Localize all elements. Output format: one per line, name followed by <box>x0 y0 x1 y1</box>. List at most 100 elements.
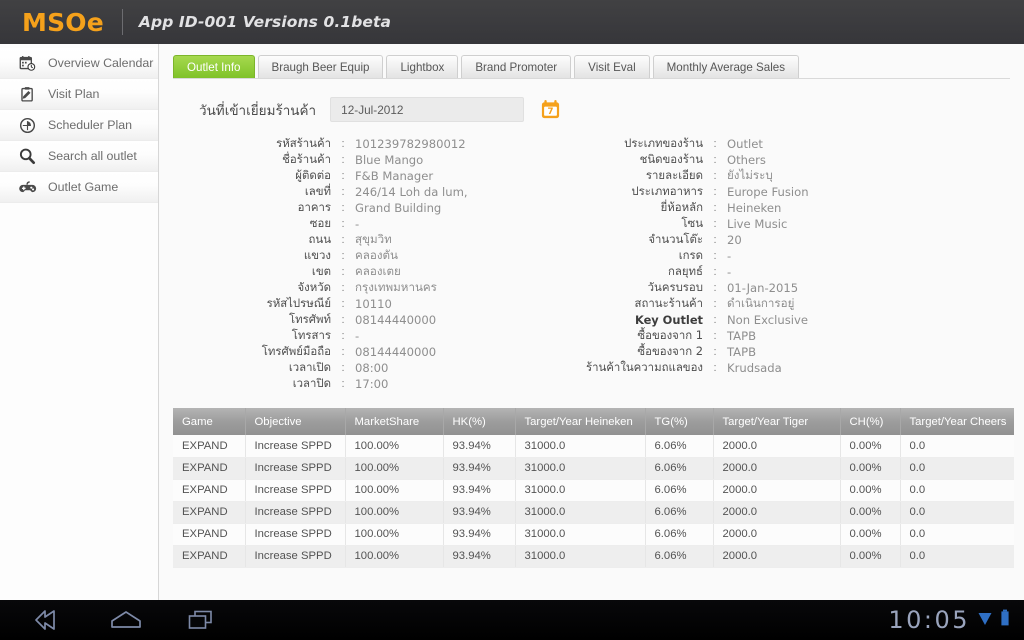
sidebar-item-outlet-game[interactable]: Outlet Game <box>0 172 158 203</box>
info-row: ประเภทอาหาร: Europe Fusion <box>525 184 1010 200</box>
cell-objective: Increase SPPD <box>245 435 346 458</box>
info-colon: : <box>713 218 717 230</box>
info-colon: : <box>341 250 345 262</box>
table-row[interactable]: EXPAND Increase SPPD 100.00% 93.94% 3100… <box>173 545 1014 568</box>
tab-monthly-average-sales[interactable]: Monthly Average Sales <box>652 55 800 78</box>
column-header-hk-percent[interactable]: HK(%) <box>443 408 516 435</box>
column-header-target-year-tiger[interactable]: Target/Year Tiger <box>713 408 841 435</box>
cell-marketshare: 100.00% <box>345 457 444 480</box>
back-arrow-icon[interactable] <box>32 609 66 631</box>
info-label: ร้านค้าในความถแลของ <box>586 360 703 374</box>
info-colon: : <box>341 378 345 390</box>
cell-game: EXPAND <box>173 479 246 502</box>
sidebar-item-scheduler-plan[interactable]: Scheduler Plan <box>0 110 158 141</box>
column-header-target-year-heineken[interactable]: Target/Year Heineken <box>515 408 646 435</box>
tab-braugh-beer-equip[interactable]: Braugh Beer Equip <box>257 55 384 78</box>
info-row: Key Outlet: Non Exclusive <box>525 312 1010 328</box>
nav-button-group <box>18 609 218 631</box>
info-row: โทรศัพย์มือถือ:08144440000 <box>173 344 525 360</box>
cell-ch: 0.00% <box>840 501 901 524</box>
info-row: ซื้อของจาก 1: TAPB <box>525 328 1010 344</box>
table-row[interactable]: EXPAND Increase SPPD 100.00% 93.94% 3100… <box>173 435 1014 458</box>
cell-ch: 0.00% <box>840 523 901 546</box>
cell-tg: 6.06% <box>645 501 714 524</box>
info-value: Blue Mango <box>355 153 424 167</box>
table-row[interactable]: EXPAND Increase SPPD 100.00% 93.94% 3100… <box>173 479 1014 502</box>
calendar-icon[interactable]: 7 <box>540 99 561 120</box>
info-value: 10110 <box>355 297 392 311</box>
info-row: จำนวนโต๊ะ:20 <box>525 232 1010 248</box>
info-row: ชนิดของร้าน: Others <box>525 152 1010 168</box>
cell-target-tiger: 2000.0 <box>713 523 841 546</box>
info-value: ดำเนินการอยู่ <box>727 296 795 310</box>
info-value: 17:00 <box>355 377 389 391</box>
cell-hk: 93.94% <box>443 479 516 502</box>
tab-outlet-info[interactable]: Outlet Info <box>173 55 255 78</box>
info-row: ซื้อของจาก 2: TAPB <box>525 344 1010 360</box>
info-row: ร้านค้าในความถแลของ: Krudsada <box>525 360 1010 376</box>
cell-objective: Increase SPPD <box>245 501 346 524</box>
info-row: จังหวัด: กรุงเทพมหานคร <box>173 280 525 296</box>
cell-tg: 6.06% <box>645 435 714 458</box>
outlet-info-left-column: รหัสร้านค้า:101239782980012 ชื่อร้านค้า:… <box>173 136 525 392</box>
tab-lightbox[interactable]: Lightbox <box>386 55 459 78</box>
column-header-tg-percent[interactable]: TG(%) <box>645 408 714 435</box>
info-label-key-outlet: Key Outlet <box>634 313 703 327</box>
cell-target-tiger: 2000.0 <box>713 479 841 502</box>
info-value: Outlet <box>727 137 763 151</box>
cell-target-tiger: 2000.0 <box>713 457 841 480</box>
info-colon: : <box>713 346 717 358</box>
info-row: โทรสาร: - <box>173 328 525 344</box>
table-row[interactable]: EXPAND Increase SPPD 100.00% 93.94% 3100… <box>173 457 1014 480</box>
table-row[interactable]: EXPAND Increase SPPD 100.00% 93.94% 3100… <box>173 523 1014 546</box>
sidebar-item-overview-calendar[interactable]: Overview Calendar <box>0 48 158 79</box>
cell-ch: 0.00% <box>840 457 901 480</box>
info-value: 101239782980012 <box>355 137 466 151</box>
outlet-info-area: รหัสร้านค้า:101239782980012 ชื่อร้านค้า:… <box>173 136 1010 392</box>
cell-target-tiger: 2000.0 <box>713 435 841 458</box>
info-row: เกรด: - <box>525 248 1010 264</box>
table-row[interactable]: EXPAND Increase SPPD 100.00% 93.94% 3100… <box>173 501 1014 524</box>
cell-tg: 6.06% <box>645 545 714 568</box>
info-value: Europe Fusion <box>727 185 809 199</box>
info-colon: : <box>713 170 717 182</box>
body-wrapper: Overview Calendar Visit Plan Scheduler P… <box>0 44 1024 600</box>
cell-marketshare: 100.00% <box>345 523 444 546</box>
info-colon: : <box>713 186 717 198</box>
tab-brand-promoter[interactable]: Brand Promoter <box>461 55 572 78</box>
sidebar-item-search-all-outlet[interactable]: Search all outlet <box>0 141 158 172</box>
column-header-marketshare[interactable]: MarketShare <box>345 408 444 435</box>
home-icon[interactable] <box>108 609 144 631</box>
column-header-game[interactable]: Game <box>173 408 246 435</box>
cell-target-heineken: 31000.0 <box>515 501 646 524</box>
visit-date-input[interactable]: 12-Jul-2012 <box>330 97 525 122</box>
info-colon: : <box>341 218 345 230</box>
info-value: Live Music <box>727 217 788 231</box>
cell-target-heineken: 31000.0 <box>515 457 646 480</box>
status-clock: 10:05 <box>888 606 970 634</box>
column-header-ch-percent[interactable]: CH(%) <box>840 408 901 435</box>
visit-date-row: วันที่เข้าเยี่ยมร้านค้า 12-Jul-2012 7 <box>173 97 1010 122</box>
column-header-objective[interactable]: Objective <box>245 408 346 435</box>
info-value: Others <box>727 153 766 167</box>
info-colon: : <box>341 138 345 150</box>
cell-hk: 93.94% <box>443 545 516 568</box>
cell-game: EXPAND <box>173 545 246 568</box>
top-bar: MSOe App ID-001 Versions 0.1beta <box>0 0 1024 44</box>
cell-target-cheers: 0.0 <box>900 501 1014 524</box>
column-header-target-year-cheers[interactable]: Target/Year Cheers <box>900 408 1014 435</box>
cell-objective: Increase SPPD <box>245 545 346 568</box>
recent-apps-icon[interactable] <box>186 609 218 631</box>
info-value: ยังไม่ระบุ <box>727 168 773 182</box>
cell-target-cheers: 0.0 <box>900 435 1014 458</box>
cell-target-cheers: 0.0 <box>900 523 1014 546</box>
cell-hk: 93.94% <box>443 501 516 524</box>
info-value: - <box>727 265 732 279</box>
info-colon: : <box>341 298 345 310</box>
sidebar-item-visit-plan[interactable]: Visit Plan <box>0 79 158 110</box>
info-row: เวลาเปิด:08:00 <box>173 360 525 376</box>
info-colon: : <box>341 186 345 198</box>
info-colon: : <box>341 170 345 182</box>
tab-visit-eval[interactable]: Visit Eval <box>574 55 650 78</box>
sidebar-item-label: Overview Calendar <box>48 56 154 70</box>
